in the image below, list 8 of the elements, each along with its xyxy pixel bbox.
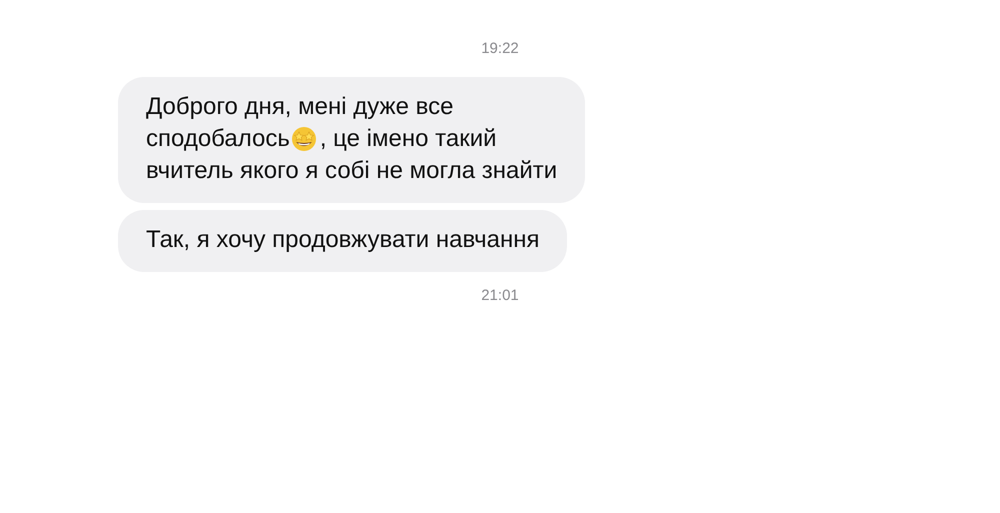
message-timestamp: 21:01 bbox=[481, 287, 519, 304]
message-text: , це імено такий bbox=[320, 124, 497, 154]
star-eyes-emoji-icon bbox=[290, 126, 317, 152]
message-timestamp: 19:22 bbox=[481, 40, 519, 57]
message-text: Доброго дня, мені дуже все bbox=[146, 92, 454, 122]
message-text: Так, я хочу продовжувати навчання bbox=[146, 225, 540, 255]
message-text: вчитель якого я собі не могла знайти bbox=[146, 156, 558, 186]
message-text: сподобалось bbox=[146, 124, 290, 154]
